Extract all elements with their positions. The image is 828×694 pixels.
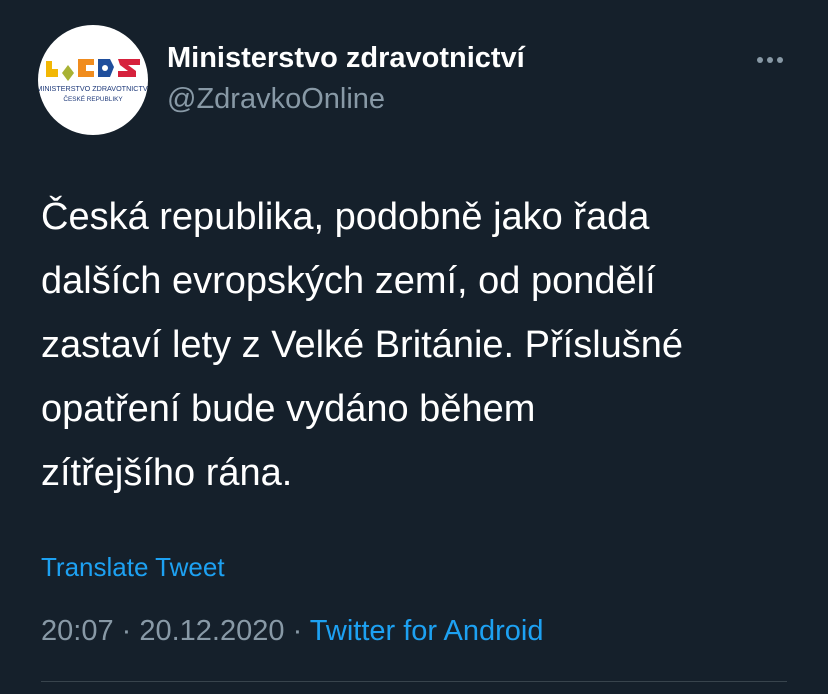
more-icon xyxy=(757,57,783,63)
tweet-text: Česká republika, podobně jako řada další… xyxy=(41,196,684,494)
translate-tweet-link[interactable]: Translate Tweet xyxy=(41,552,225,583)
divider xyxy=(41,681,787,682)
tweet-detail: MINISTERSTVO ZDRAVOTNICTVÍ ČESKÉ REPUBLI… xyxy=(0,0,828,694)
tweet-source-link[interactable]: Twitter for Android xyxy=(310,615,544,647)
ministry-logo: MINISTERSTVO ZDRAVOTNICTVÍ ČESKÉ REPUBLI… xyxy=(38,59,148,103)
tweet-date[interactable]: 20.12.2020 xyxy=(139,615,284,647)
logo-text-line1: MINISTERSTVO ZDRAVOTNICTVÍ xyxy=(38,84,148,93)
author-display-name[interactable]: Ministerstvo zdravotnictví xyxy=(167,42,525,75)
tweet-meta: 20:07 · 20.12.2020 · Twitter for Android xyxy=(41,615,543,648)
meta-separator: · xyxy=(113,615,140,647)
author-handle[interactable]: @ZdravkoOnline xyxy=(167,83,385,116)
logo-text-line2: ČESKÉ REPUBLIKY xyxy=(63,94,123,103)
meta-separator-2: · xyxy=(284,615,310,647)
tweet-time[interactable]: 20:07 xyxy=(41,615,114,647)
avatar[interactable]: MINISTERSTVO ZDRAVOTNICTVÍ ČESKÉ REPUBLI… xyxy=(38,25,148,135)
more-options-button[interactable] xyxy=(750,48,790,72)
